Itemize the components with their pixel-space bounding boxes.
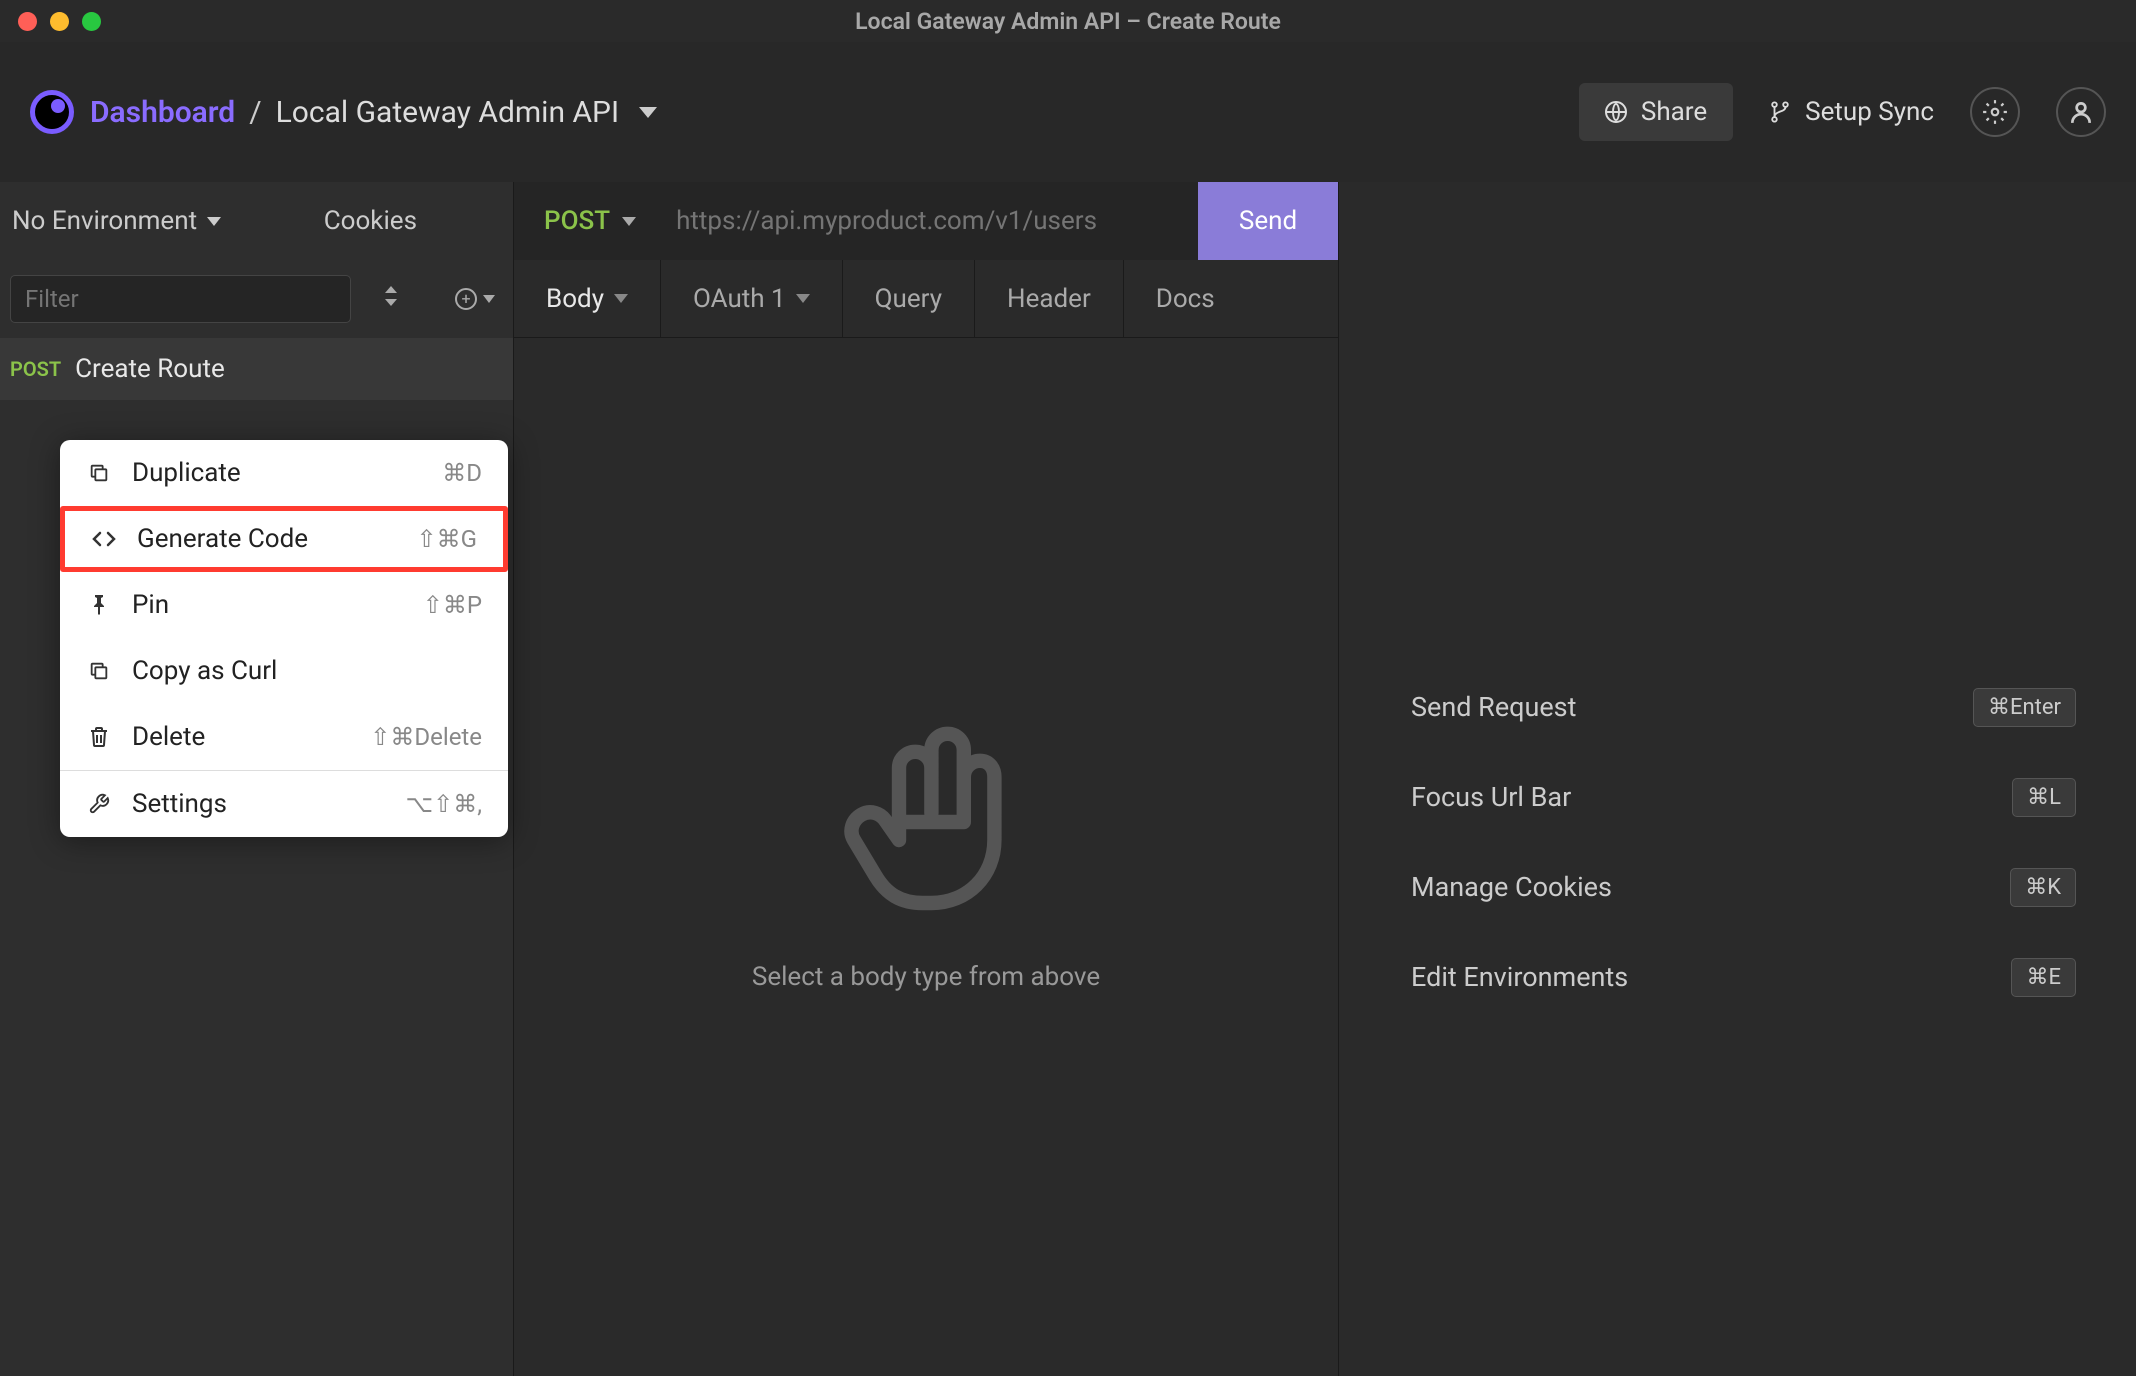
body-placeholder-text: Select a body type from above <box>752 962 1100 992</box>
chevron-down-icon <box>207 217 221 226</box>
breadcrumb-separator: / <box>249 95 261 130</box>
git-branch-icon <box>1769 101 1791 123</box>
tab-label: Docs <box>1156 284 1215 314</box>
menu-item-label: Delete <box>132 722 350 752</box>
send-button[interactable]: Send <box>1198 182 1338 260</box>
tab-label: OAuth 1 <box>693 284 786 314</box>
request-name: Create Route <box>75 354 225 384</box>
send-label: Send <box>1239 206 1297 236</box>
settings-button[interactable] <box>1970 87 2020 137</box>
share-label: Share <box>1641 97 1707 127</box>
app-header: Dashboard / Local Gateway Admin API Shar… <box>0 42 2136 182</box>
tab-body[interactable]: Body <box>514 260 661 337</box>
shortcut-key[interactable]: ⌘E <box>2011 958 2076 997</box>
tab-auth[interactable]: OAuth 1 <box>661 260 843 337</box>
shortcut-key[interactable]: ⌘K <box>2010 868 2076 907</box>
menu-item-copy-curl[interactable]: Copy as Curl <box>60 638 508 704</box>
menu-item-shortcut: ⌘D <box>442 459 482 487</box>
user-button[interactable] <box>2056 87 2106 137</box>
request-tabs: Body OAuth 1 Query Header Docs <box>514 260 1338 338</box>
menu-item-settings[interactable]: Settings ⌥⇧⌘, <box>60 771 508 837</box>
app-logo[interactable] <box>30 90 74 134</box>
share-button[interactable]: Share <box>1579 83 1733 141</box>
copy-icon <box>86 658 112 684</box>
environment-label: No Environment <box>12 206 197 236</box>
menu-item-shortcut: ⌥⇧⌘, <box>406 790 483 818</box>
menu-item-shortcut: ⇧⌘P <box>423 591 482 619</box>
request-panel: POST Send Body OAuth 1 Query <box>514 182 1339 1376</box>
menu-item-generate-code[interactable]: Generate Code ⇧⌘G <box>60 506 508 572</box>
shortcut-focus-url: Focus Url Bar ⌘L <box>1411 752 2076 842</box>
menu-item-duplicate[interactable]: Duplicate ⌘D <box>60 440 508 506</box>
menu-item-shortcut: ⇧⌘G <box>417 525 477 553</box>
cookies-button[interactable]: Cookies <box>324 206 417 236</box>
sort-button[interactable] <box>383 286 399 312</box>
plus-circle-icon: + <box>455 288 477 310</box>
menu-item-label: Copy as Curl <box>132 656 462 686</box>
environment-selector[interactable]: No Environment <box>12 206 221 236</box>
tab-label: Query <box>875 284 942 314</box>
response-panel: Send Request ⌘Enter Focus Url Bar ⌘L Man… <box>1339 182 2136 1376</box>
shortcut-label: Send Request <box>1411 691 1576 723</box>
wrench-icon <box>86 791 112 817</box>
shortcut-environments: Edit Environments ⌘E <box>1411 932 2076 1022</box>
tab-query[interactable]: Query <box>843 260 975 337</box>
hand-icon <box>836 722 1016 922</box>
tab-label: Body <box>546 284 604 314</box>
url-input[interactable] <box>666 206 1198 236</box>
tab-docs[interactable]: Docs <box>1124 260 1247 337</box>
shortcut-key[interactable]: ⌘L <box>2012 778 2076 817</box>
method-badge: POST <box>10 357 61 381</box>
code-icon <box>91 526 117 552</box>
shortcut-label: Focus Url Bar <box>1411 781 1571 813</box>
shortcut-send-request: Send Request ⌘Enter <box>1411 662 2076 752</box>
chevron-down-icon <box>622 217 636 226</box>
tab-header[interactable]: Header <box>975 260 1124 337</box>
breadcrumb-dashboard[interactable]: Dashboard <box>90 95 235 130</box>
sort-icon <box>383 286 399 306</box>
user-icon <box>2068 99 2094 125</box>
method-label: POST <box>544 206 610 236</box>
shortcut-cookies: Manage Cookies ⌘K <box>1411 842 2076 932</box>
url-bar: POST Send <box>514 182 1338 260</box>
body-placeholder: Select a body type from above <box>514 338 1338 1376</box>
context-menu: Duplicate ⌘D Generate Code ⇧⌘G Pin ⇧⌘P <box>60 440 508 837</box>
traffic-lights <box>18 12 101 31</box>
chevron-down-icon <box>483 295 495 303</box>
titlebar: Local Gateway Admin API – Create Route <box>0 0 2136 42</box>
breadcrumb: Dashboard / Local Gateway Admin API <box>90 95 657 130</box>
tab-label: Header <box>1007 284 1091 314</box>
method-selector[interactable]: POST <box>514 206 666 236</box>
add-request-button[interactable]: + <box>455 288 495 310</box>
window-title: Local Gateway Admin API – Create Route <box>855 8 1281 35</box>
close-window-button[interactable] <box>18 12 37 31</box>
trash-icon <box>86 724 112 750</box>
setup-sync-button[interactable]: Setup Sync <box>1769 97 1934 127</box>
menu-item-delete[interactable]: Delete ⇧⌘Delete <box>60 704 508 770</box>
copy-icon <box>86 460 112 486</box>
menu-item-label: Pin <box>132 590 403 620</box>
menu-item-shortcut: ⇧⌘Delete <box>370 723 482 751</box>
chevron-down-icon <box>614 294 628 303</box>
shortcut-key[interactable]: ⌘Enter <box>1973 688 2076 727</box>
menu-item-label: Generate Code <box>137 524 397 554</box>
maximize-window-button[interactable] <box>82 12 101 31</box>
filter-input[interactable] <box>10 275 351 323</box>
pin-icon <box>86 592 112 618</box>
shortcut-label: Manage Cookies <box>1411 871 1612 903</box>
minimize-window-button[interactable] <box>50 12 69 31</box>
request-item[interactable]: POST Create Route <box>0 338 513 400</box>
chevron-down-icon <box>796 294 810 303</box>
sidebar: No Environment Cookies + POST Create Rou… <box>0 182 514 1376</box>
menu-item-label: Settings <box>132 789 386 819</box>
globe-icon <box>1605 101 1627 123</box>
chevron-down-icon[interactable] <box>639 107 657 118</box>
shortcut-label: Edit Environments <box>1411 961 1628 993</box>
menu-item-label: Duplicate <box>132 458 422 488</box>
menu-item-pin[interactable]: Pin ⇧⌘P <box>60 572 508 638</box>
gear-icon <box>1982 99 2008 125</box>
sync-label: Setup Sync <box>1805 97 1934 127</box>
breadcrumb-current[interactable]: Local Gateway Admin API <box>276 95 620 130</box>
